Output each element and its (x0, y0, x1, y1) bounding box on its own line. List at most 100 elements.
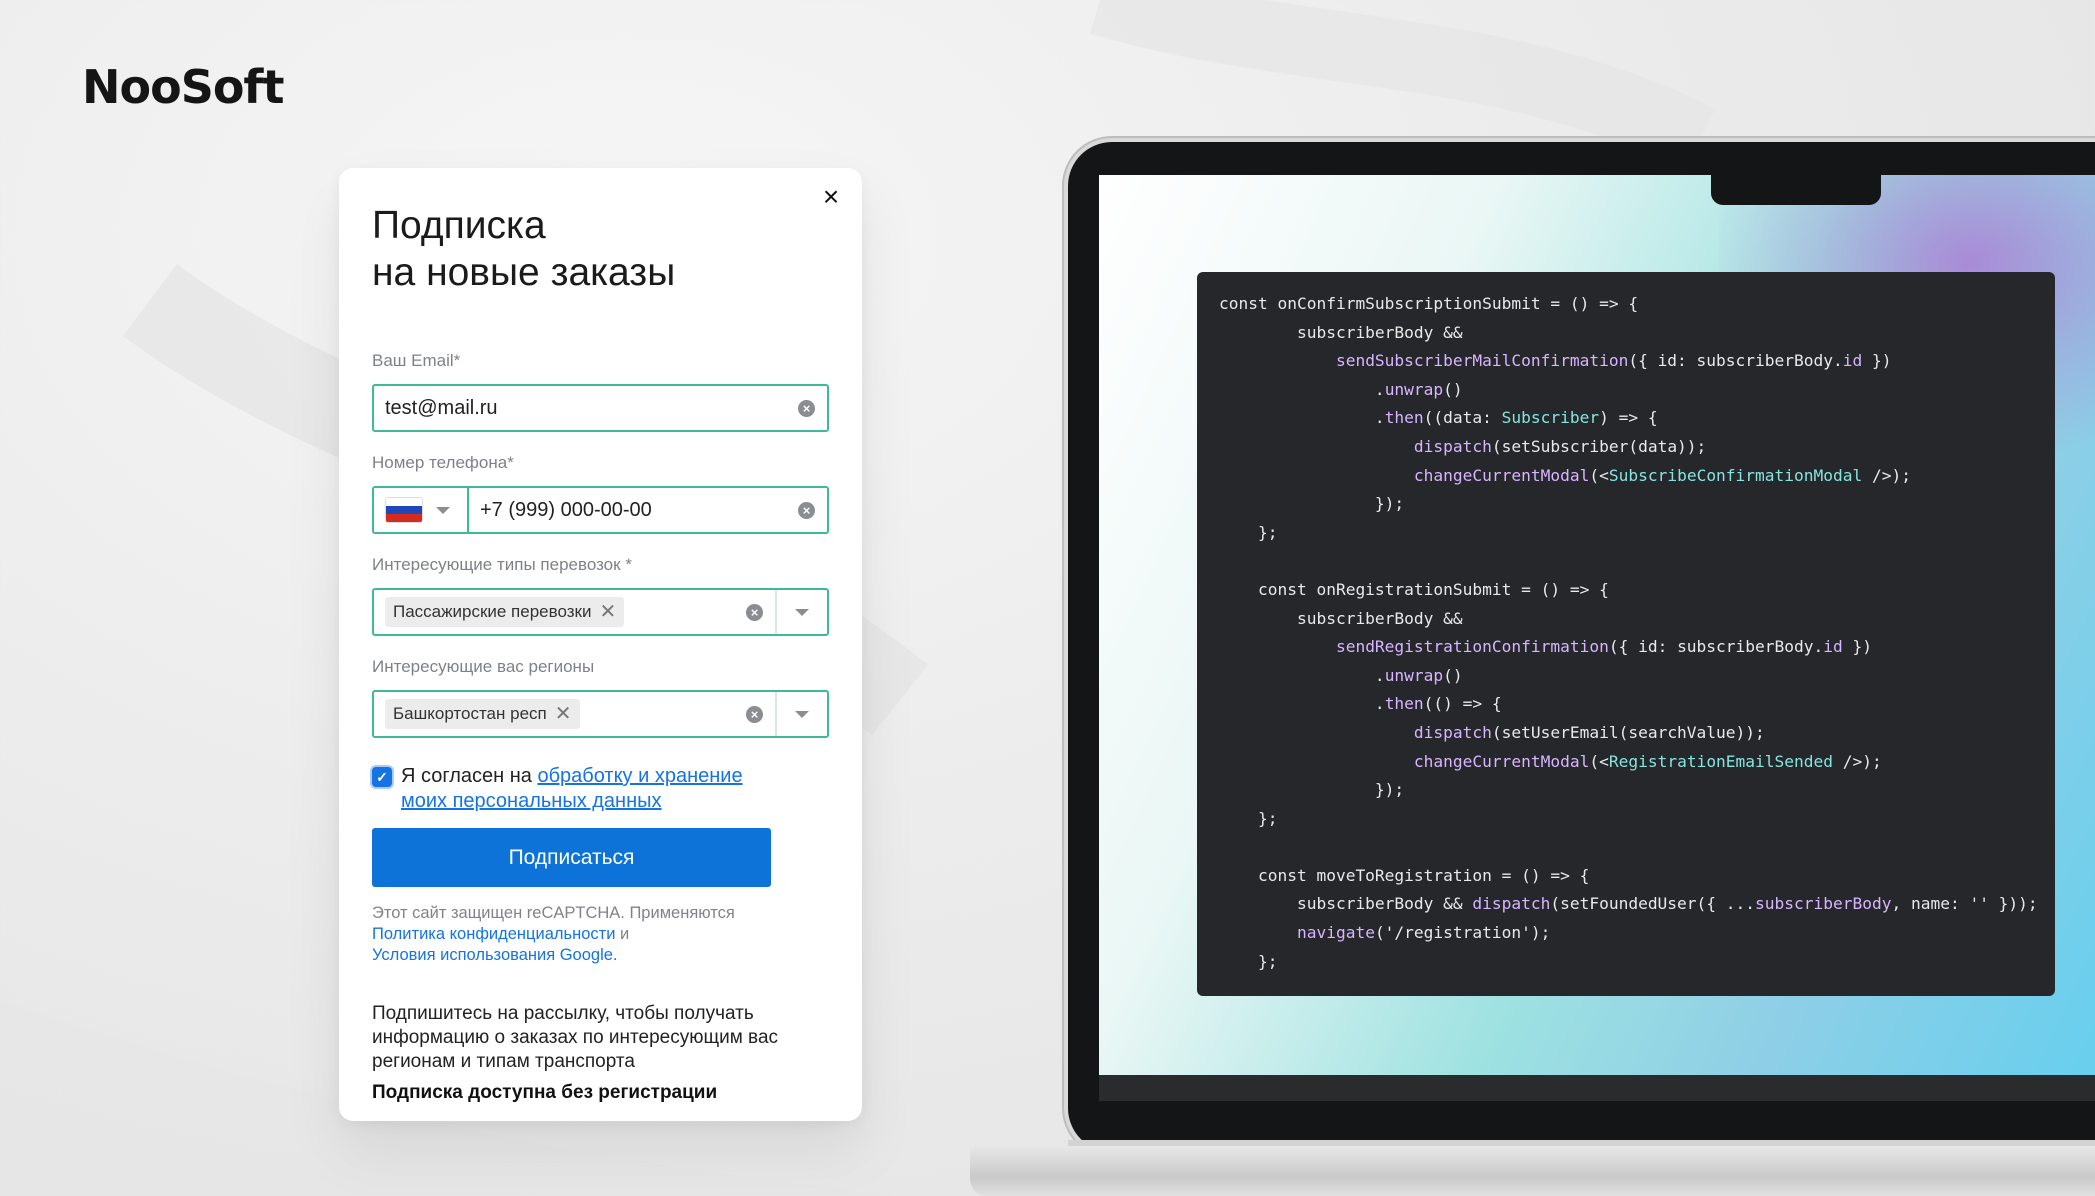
code-token: const moveToRegistration = () => { (1219, 865, 1590, 885)
recaptcha-line1: Этот сайт защищен reCAPTCHA. Применяются (372, 904, 735, 922)
transport-types-label: Интересующие типы перевозок * (372, 554, 829, 576)
code-token: then (1384, 408, 1424, 428)
code-editor-panel: const onConfirmSubscriptionSubmit = () =… (1197, 272, 2055, 996)
consent-row: ✓ Я согласен на обработку и хранение мои… (372, 764, 829, 814)
code-token: changeCurrentModal (1413, 465, 1590, 485)
code-token: }) (1842, 637, 1872, 657)
code-token: (< (1589, 751, 1609, 771)
brand-logo: NooSoft (82, 60, 284, 114)
terms-link[interactable]: Условия использования Google. (372, 945, 829, 966)
required-mark: * (507, 453, 514, 472)
consent-link-line1[interactable]: обработку и хранение (537, 765, 742, 787)
dropdown-toggle[interactable] (775, 692, 827, 736)
regions-select[interactable]: Башкортостан респ ✕ × (372, 690, 829, 738)
code-token: dispatch (1413, 722, 1492, 742)
code-token: navigate (1296, 923, 1375, 943)
email-label: Ваш Email* (372, 350, 829, 372)
camera-notch (1711, 175, 1881, 205)
code-token: Subscriber (1501, 408, 1600, 428)
code-token: (setUserEmail(searchValue)); (1491, 722, 1765, 742)
code-token: id (1842, 351, 1863, 371)
code-token: . (1219, 694, 1385, 714)
code-line: }); (1219, 490, 2055, 519)
modal-title-line1: Подписка (372, 204, 546, 247)
code-token: () (1443, 379, 1463, 399)
code-line: dispatch(setUserEmail(searchValue)); (1219, 719, 2055, 748)
code-token: . (1219, 408, 1385, 428)
modal-title: Подписка на новые заказы (372, 202, 772, 296)
recaptcha-notice: Этот сайт защищен reCAPTCHA. Применяются… (372, 903, 829, 966)
email-field[interactable]: test@mail.ru × (372, 384, 829, 432)
code-line: navigate('/registration'); (1219, 919, 2055, 948)
code-token: (setFoundedUser({ ... (1550, 894, 1756, 914)
consent-link-line2[interactable]: моих персональных данных (401, 790, 662, 812)
code-token: . (1219, 379, 1385, 399)
transport-types-label-text: Интересующие типы перевозок (372, 555, 621, 574)
code-token: SubscribeConfirmationModal (1608, 465, 1863, 485)
remove-tag-icon[interactable]: ✕ (599, 602, 616, 622)
code-token: RegistrationEmailSended (1608, 751, 1834, 771)
recaptcha-and: и (615, 925, 630, 943)
tag-label: Пассажирские перевозки (393, 602, 592, 621)
phone-field[interactable]: +7 (999) 000-00-00 × (372, 486, 829, 534)
consent-checkbox[interactable]: ✓ (372, 767, 392, 787)
tag-label: Башкортостан респ (393, 704, 547, 723)
code-token: , name: '' })); (1891, 894, 2038, 914)
country-selector[interactable] (374, 488, 469, 532)
phone-value[interactable]: +7 (999) 000-00-00 (469, 499, 798, 522)
code-line: .then((data: Subscriber) => { (1219, 404, 2055, 433)
dropdown-toggle[interactable] (775, 590, 827, 634)
code-token: then (1384, 694, 1424, 714)
code-line: changeCurrentModal(<SubscribeConfirmatio… (1219, 462, 2055, 491)
code-token: subscriberBody && (1219, 894, 1473, 914)
code-token: (setSubscriber(data)); (1491, 436, 1707, 456)
code-token: }; (1219, 951, 1278, 971)
regions-label: Интересующие вас регионы (372, 657, 595, 676)
code-line: const onConfirmSubscriptionSubmit = () =… (1219, 290, 2055, 319)
code-token: unwrap (1384, 379, 1444, 399)
clear-regions-icon[interactable]: × (746, 705, 763, 723)
code-line: sendRegistrationConfirmation({ id: subsc… (1219, 633, 2055, 662)
code-token: () (1443, 665, 1463, 685)
code-token: ('/registration'); (1374, 923, 1551, 943)
clear-email-icon[interactable]: × (798, 399, 815, 417)
subscribe-button[interactable]: Подписаться (372, 828, 771, 887)
code-line: subscriberBody && dispatch(setFoundedUse… (1219, 890, 2055, 919)
chevron-down-icon (436, 506, 450, 514)
code-token: subscriberBody && (1219, 608, 1463, 628)
code-token: subscriberBody (1755, 894, 1892, 914)
code-token: changeCurrentModal (1413, 751, 1590, 771)
clear-transport-icon[interactable]: × (746, 603, 763, 621)
code-token: subscriberBody && (1219, 322, 1463, 342)
code-line: }); (1219, 776, 2055, 805)
code-token: dispatch (1413, 436, 1492, 456)
code-line: .then(() => { (1219, 690, 2055, 719)
privacy-policy-link[interactable]: Политика конфиденциальности (372, 925, 615, 943)
ru-flag-icon (386, 498, 422, 522)
code-line: const moveToRegistration = () => { (1219, 862, 2055, 891)
chevron-down-icon (795, 608, 809, 616)
screen-bezel-bottom (1099, 1075, 2095, 1101)
transport-types-select[interactable]: Пассажирские перевозки ✕ × (372, 588, 829, 636)
code-line: }; (1219, 948, 2055, 977)
code-token: }) (1862, 351, 1892, 371)
required-mark: * (625, 555, 632, 574)
code-line: subscriberBody && (1219, 319, 2055, 348)
email-value[interactable]: test@mail.ru (374, 397, 798, 420)
close-icon[interactable]: × (816, 182, 846, 212)
remove-tag-icon[interactable]: ✕ (555, 704, 572, 724)
code-line: changeCurrentModal(<RegistrationEmailSen… (1219, 748, 2055, 777)
phone-label-text: Номер телефона (372, 453, 508, 472)
code-line: .unwrap() (1219, 376, 2055, 405)
clear-phone-icon[interactable]: × (798, 501, 815, 519)
code-token: }); (1219, 494, 1405, 514)
info-bold-text: Подписка доступна без регистрации (372, 1082, 718, 1103)
code-token: id (1823, 637, 1843, 657)
selected-tag: Башкортостан респ ✕ (385, 699, 580, 729)
